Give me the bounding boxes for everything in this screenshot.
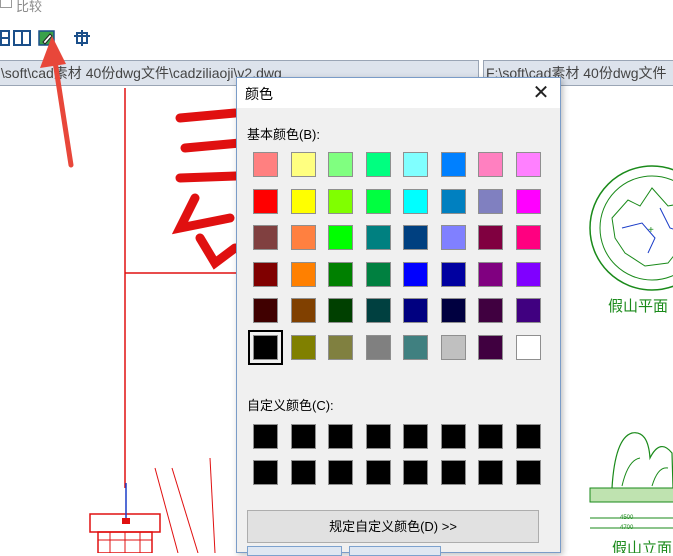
color-swatch[interactable]: [515, 225, 541, 250]
grid-view-icon[interactable]: [0, 28, 12, 48]
custom-color-swatch[interactable]: [440, 460, 466, 485]
settings-grid-icon[interactable]: [72, 28, 92, 48]
dimension-2: 4700: [620, 525, 634, 531]
color-swatch[interactable]: [290, 152, 316, 177]
color-swatch[interactable]: [403, 334, 428, 360]
color-swatch[interactable]: [478, 225, 503, 250]
svg-text:+: +: [648, 225, 654, 236]
color-swatch[interactable]: [290, 225, 316, 250]
custom-colors-label: 自定义颜色(C):: [247, 398, 334, 413]
custom-color-swatch[interactable]: [403, 424, 428, 449]
custom-color-swatch[interactable]: [290, 460, 316, 485]
dimension-1: 4500: [620, 515, 634, 521]
custom-color-swatch[interactable]: [290, 424, 316, 449]
ok-button[interactable]: [247, 546, 342, 556]
color-dialog: 颜色 ✕ 基本颜色(B): 自定义颜色(C): 规定自定义颜色(D) >>: [236, 77, 561, 556]
plan-label: 假山平面: [608, 297, 668, 315]
color-swatch[interactable]: [478, 334, 503, 360]
color-swatch[interactable]: [328, 334, 353, 360]
cancel-button[interactable]: [349, 546, 441, 556]
window-title: 比较: [16, 0, 43, 14]
color-swatch[interactable]: [515, 188, 541, 214]
color-swatch[interactable]: [440, 298, 466, 323]
color-swatch[interactable]: [365, 152, 391, 177]
window-titlebar: 比较: [0, 0, 673, 18]
color-swatch[interactable]: [440, 225, 466, 250]
color-swatch[interactable]: [248, 329, 283, 365]
color-swatch[interactable]: [515, 334, 541, 360]
color-swatch[interactable]: [328, 188, 353, 214]
custom-color-swatch[interactable]: [478, 424, 503, 449]
custom-color-swatch[interactable]: [328, 460, 353, 485]
color-swatch[interactable]: [403, 225, 428, 250]
color-swatch[interactable]: [253, 298, 278, 323]
color-swatch[interactable]: [478, 152, 503, 177]
color-swatch[interactable]: [328, 261, 353, 287]
color-swatch[interactable]: [253, 225, 278, 250]
custom-color-swatch[interactable]: [365, 424, 391, 449]
color-swatch[interactable]: [515, 298, 541, 323]
custom-color-swatch[interactable]: [328, 424, 353, 449]
color-swatch[interactable]: [440, 152, 466, 177]
color-swatch[interactable]: [290, 334, 316, 360]
color-swatch[interactable]: [365, 225, 391, 250]
color-swatch[interactable]: [440, 188, 466, 214]
custom-color-swatch[interactable]: [515, 460, 541, 485]
color-swatch[interactable]: [328, 225, 353, 250]
close-button[interactable]: ✕: [528, 81, 554, 105]
custom-color-swatch[interactable]: [403, 460, 428, 485]
define-custom-colors-button[interactable]: 规定自定义颜色(D) >>: [247, 510, 539, 543]
color-swatch[interactable]: [403, 261, 428, 287]
custom-color-swatch[interactable]: [478, 460, 503, 485]
custom-color-swatch[interactable]: [515, 424, 541, 449]
color-swatch[interactable]: [365, 334, 391, 360]
color-swatch[interactable]: [478, 261, 503, 287]
color-swatch[interactable]: [365, 188, 391, 214]
basic-colors-label: 基本颜色(B):: [247, 127, 320, 142]
color-swatch[interactable]: [290, 261, 316, 287]
toolbar: [0, 22, 673, 56]
color-swatch[interactable]: [478, 188, 503, 214]
color-swatch[interactable]: [365, 261, 391, 287]
color-swatch[interactable]: [328, 152, 353, 177]
color-swatch[interactable]: [253, 152, 278, 177]
color-swatch[interactable]: [253, 188, 278, 214]
color-swatch[interactable]: [440, 334, 466, 360]
color-swatch[interactable]: [440, 261, 466, 287]
color-swatch[interactable]: [365, 298, 391, 323]
color-swatch[interactable]: [403, 188, 428, 214]
color-swatch[interactable]: [403, 152, 428, 177]
custom-color-swatch[interactable]: [365, 460, 391, 485]
elevation-label: 假山立面: [612, 539, 672, 553]
color-swatch[interactable]: [515, 152, 541, 177]
color-swatch[interactable]: [478, 298, 503, 323]
dialog-title: 颜色: [245, 86, 273, 102]
color-swatch[interactable]: [328, 298, 353, 323]
split-view-icon[interactable]: [12, 28, 32, 48]
color-picker-icon[interactable]: [37, 28, 57, 48]
custom-color-swatch[interactable]: [253, 460, 278, 485]
color-swatch[interactable]: [515, 261, 541, 287]
app-icon: [0, 0, 12, 8]
color-swatch[interactable]: [253, 261, 278, 287]
custom-color-swatch[interactable]: [440, 424, 466, 449]
color-swatch[interactable]: [403, 298, 428, 323]
custom-color-swatch[interactable]: [253, 424, 278, 449]
color-swatch[interactable]: [290, 298, 316, 323]
dialog-titlebar: 颜色 ✕: [237, 78, 560, 108]
color-swatch[interactable]: [290, 188, 316, 214]
